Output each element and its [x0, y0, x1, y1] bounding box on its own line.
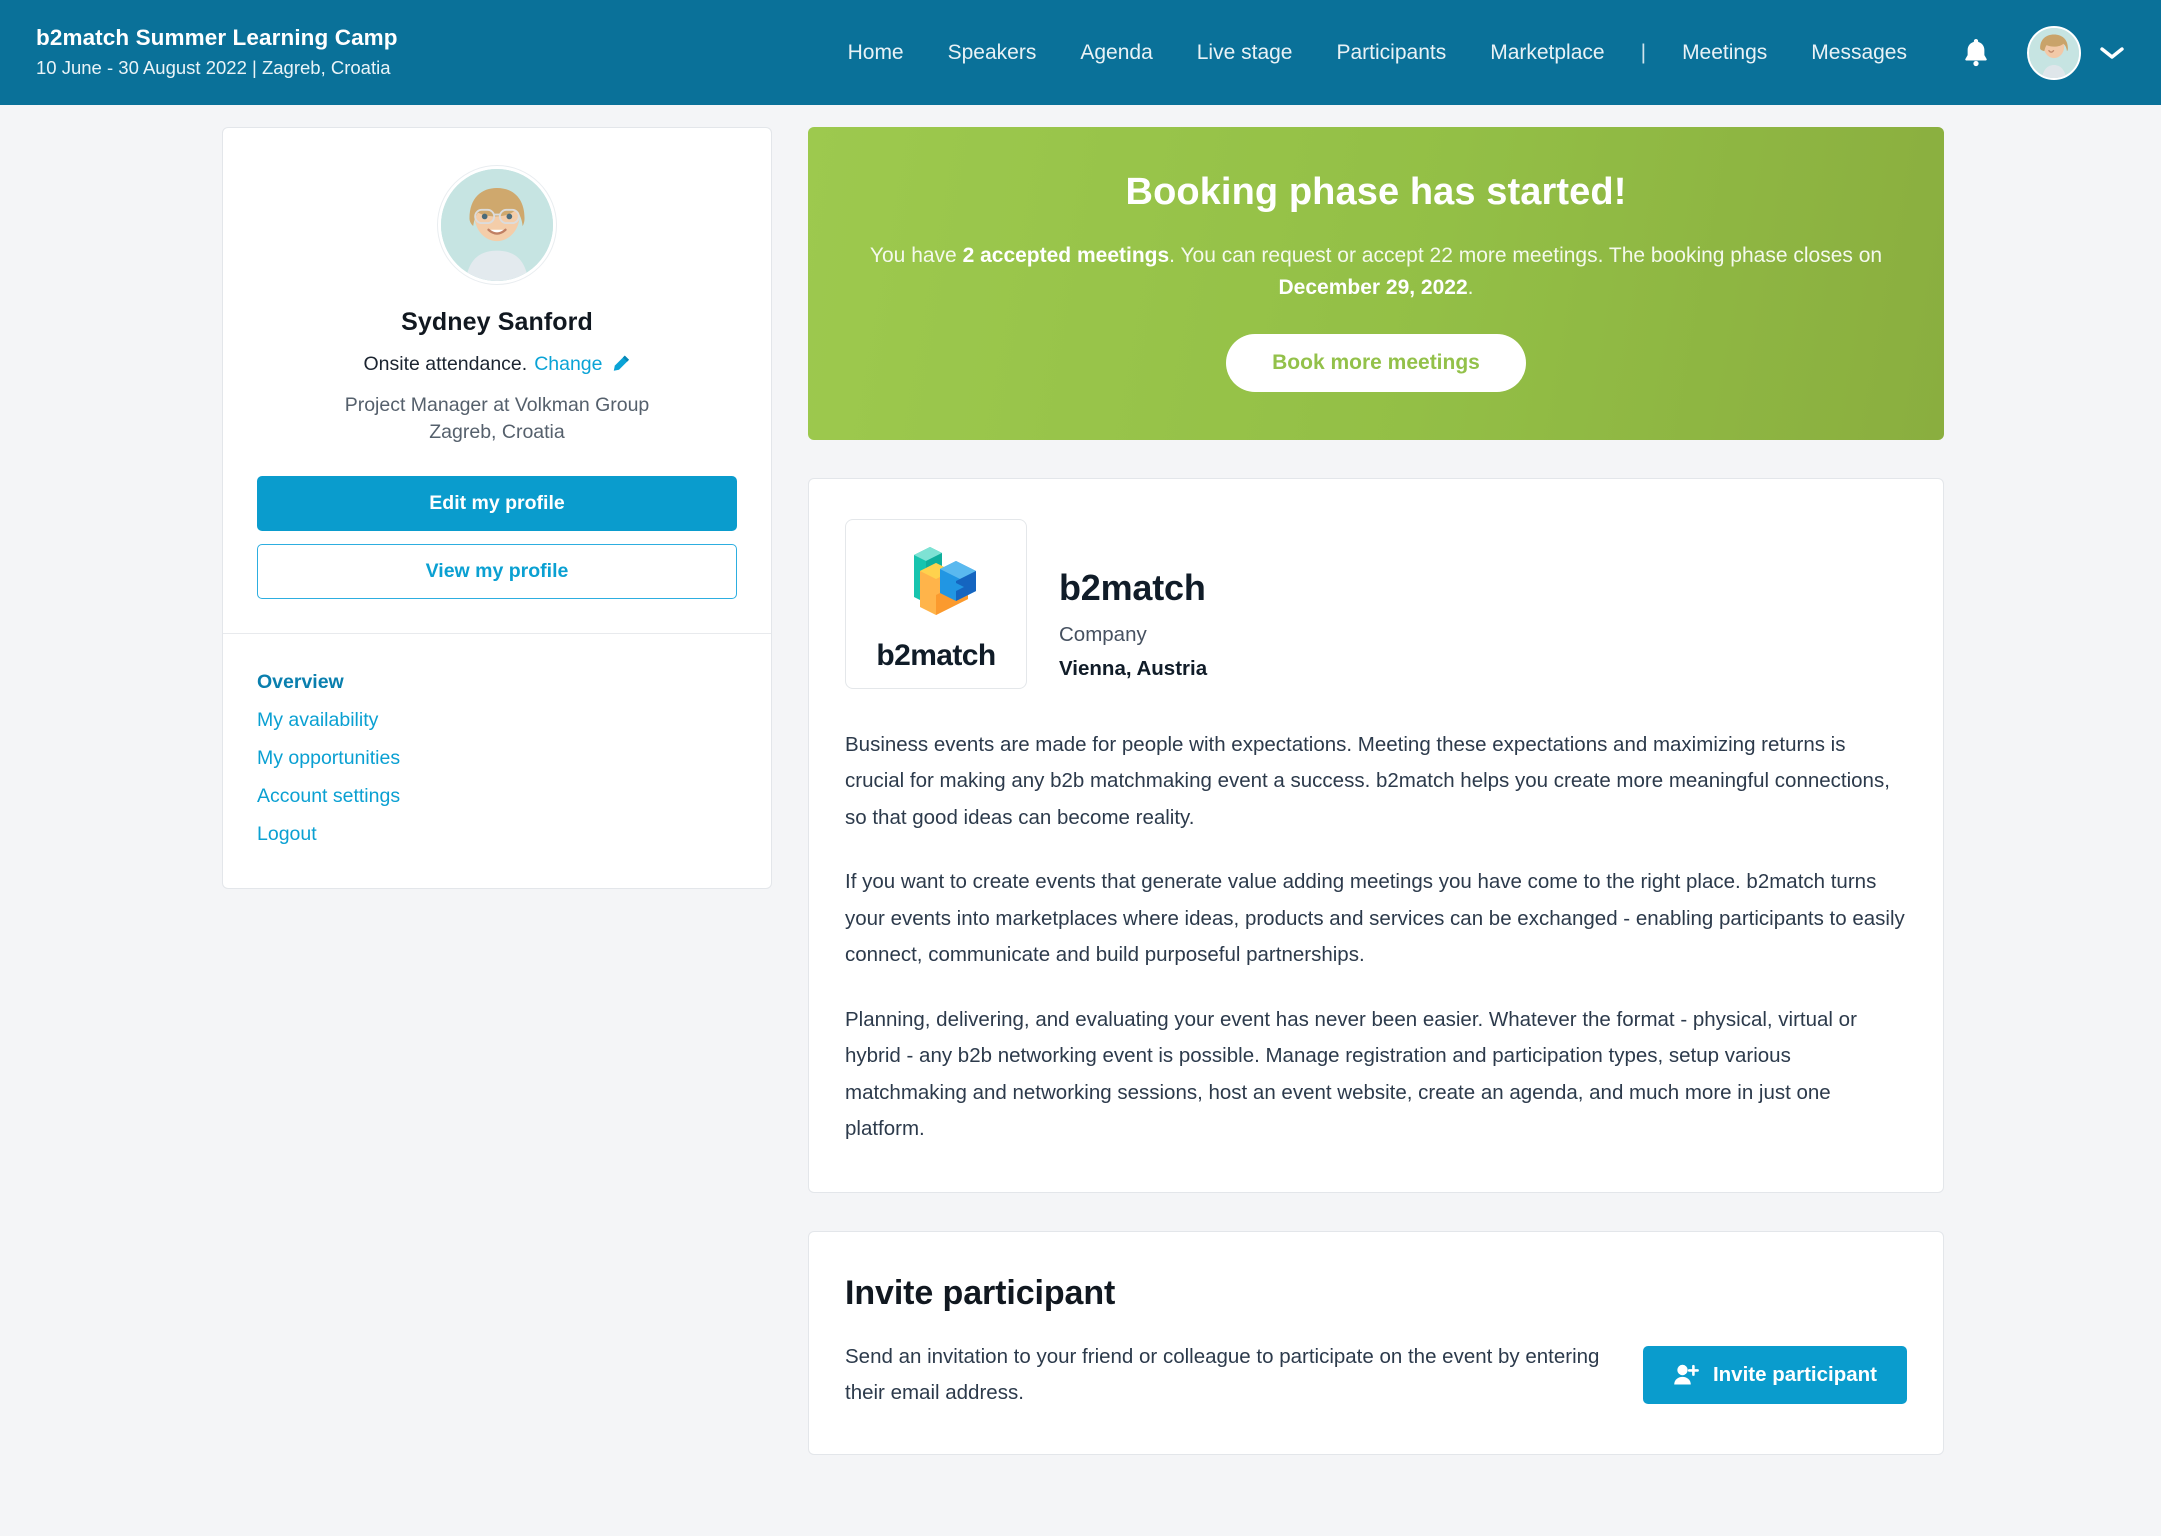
- banner-title: Booking phase has started!: [1125, 171, 1627, 213]
- attendance-row: Onsite attendance. Change: [257, 353, 737, 376]
- company-logo-box: b2match: [845, 518, 1027, 689]
- invite-participant-card: Invite participant Send an invitation to…: [808, 1230, 1944, 1456]
- invite-participant-button[interactable]: Invite participant: [1642, 1345, 1907, 1404]
- nav-item-meetings[interactable]: Meetings: [1660, 0, 1789, 105]
- sidebar-column: Sydney Sanford Onsite attendance. Change…: [222, 127, 772, 1455]
- attendance-text: Onsite attendance.: [363, 353, 528, 375]
- invite-participant-button-label: Invite participant: [1712, 1362, 1877, 1386]
- invite-title: Invite participant: [845, 1273, 1116, 1312]
- page-content: Sydney Sanford Onsite attendance. Change…: [0, 105, 2161, 1456]
- top-navigation-bar: b2match Summer Learning Camp 10 June - 3…: [0, 0, 2161, 105]
- invite-description: Send an invitation to your friend or col…: [845, 1344, 1600, 1404]
- nav-item-home[interactable]: Home: [826, 0, 926, 105]
- company-header: b2match b2match Company Vienna, Austria: [845, 518, 1907, 689]
- b2match-logo-icon: [914, 546, 976, 615]
- view-my-profile-button[interactable]: View my profile: [257, 543, 737, 599]
- company-location: Vienna, Austria: [1059, 656, 1208, 680]
- account-menu-button[interactable]: [2099, 45, 2125, 61]
- chevron-down-icon: [2100, 46, 2124, 59]
- company-card: b2match b2match Company Vienna, Austria …: [808, 477, 1944, 1193]
- book-more-meetings-button[interactable]: Book more meetings: [1226, 333, 1526, 392]
- banner-text-part3: .: [1467, 275, 1474, 299]
- profile-avatar-image: [441, 169, 553, 281]
- booking-phase-banner: Booking phase has started! You have 2 ac…: [808, 127, 1944, 440]
- company-logo-wordmark: b2match: [876, 638, 996, 672]
- nav-item-live-stage[interactable]: Live stage: [1175, 0, 1315, 105]
- avatar[interactable]: [2027, 25, 2081, 80]
- event-title: b2match Summer Learning Camp: [36, 24, 398, 50]
- change-attendance-link[interactable]: Change: [534, 353, 602, 376]
- sidebar-item-logout[interactable]: Logout: [257, 816, 737, 854]
- sidebar-item-my-opportunities[interactable]: My opportunities: [257, 740, 737, 778]
- company-paragraph: Planning, delivering, and evaluating you…: [845, 1007, 1857, 1141]
- user-plus-icon: [1674, 1364, 1699, 1385]
- banner-text-part2: . You can request or accept 22 more meet…: [1169, 244, 1883, 267]
- profile-avatar: [438, 166, 556, 284]
- accepted-meetings-count: 2 accepted meetings: [962, 244, 1170, 267]
- bell-icon: [1965, 39, 1987, 67]
- sidebar-item-overview[interactable]: Overview: [257, 664, 737, 702]
- company-name: b2match: [1059, 566, 1206, 608]
- edit-my-profile-button[interactable]: Edit my profile: [257, 475, 737, 531]
- profile-menu: Overview My availability My opportunitie…: [223, 634, 771, 888]
- sidebar-item-my-availability[interactable]: My availability: [257, 702, 737, 740]
- booking-close-date: December 29, 2022: [1278, 275, 1468, 299]
- company-paragraph: Business events are made for people with…: [845, 732, 1890, 829]
- banner-description: You have 2 accepted meetings. You can re…: [868, 240, 1884, 304]
- company-paragraph: If you want to create events that genera…: [845, 870, 1905, 967]
- nav-item-marketplace[interactable]: Marketplace: [1468, 0, 1626, 105]
- profile-card: Sydney Sanford Onsite attendance. Change…: [222, 127, 772, 889]
- main-column: Booking phase has started! You have 2 ac…: [808, 127, 1944, 1456]
- nav-separator: |: [1640, 40, 1647, 64]
- nav-item-speakers[interactable]: Speakers: [926, 0, 1059, 105]
- user-avatar-image: [2029, 27, 2079, 78]
- profile-location: Zagreb, Croatia: [429, 420, 565, 443]
- nav-actions: [1947, 24, 2125, 82]
- profile-role: Project Manager at Volkman Group: [344, 394, 650, 416]
- banner-text-part1: You have: [869, 244, 963, 267]
- profile-summary: Sydney Sanford Onsite attendance. Change…: [223, 128, 771, 634]
- event-subtitle: 10 June - 30 August 2022 | Zagreb, Croat…: [36, 56, 391, 78]
- company-type: Company: [1059, 622, 1147, 646]
- main-nav: Home Speakers Agenda Live stage Particip…: [826, 0, 2125, 105]
- nav-item-participants[interactable]: Participants: [1314, 0, 1468, 105]
- sidebar-item-account-settings[interactable]: Account settings: [257, 778, 737, 816]
- pencil-icon[interactable]: [610, 354, 631, 375]
- event-brand[interactable]: b2match Summer Learning Camp 10 June - 3…: [36, 24, 466, 82]
- nav-item-agenda[interactable]: Agenda: [1058, 0, 1174, 105]
- notifications-button[interactable]: [1947, 24, 2005, 82]
- company-meta: b2match Company Vienna, Austria: [1059, 519, 1207, 681]
- profile-name: Sydney Sanford: [401, 308, 593, 336]
- pencil-icon-glyph: [613, 355, 629, 371]
- invite-row: Send an invitation to your friend or col…: [845, 1339, 1907, 1411]
- nav-item-messages[interactable]: Messages: [1789, 0, 1929, 105]
